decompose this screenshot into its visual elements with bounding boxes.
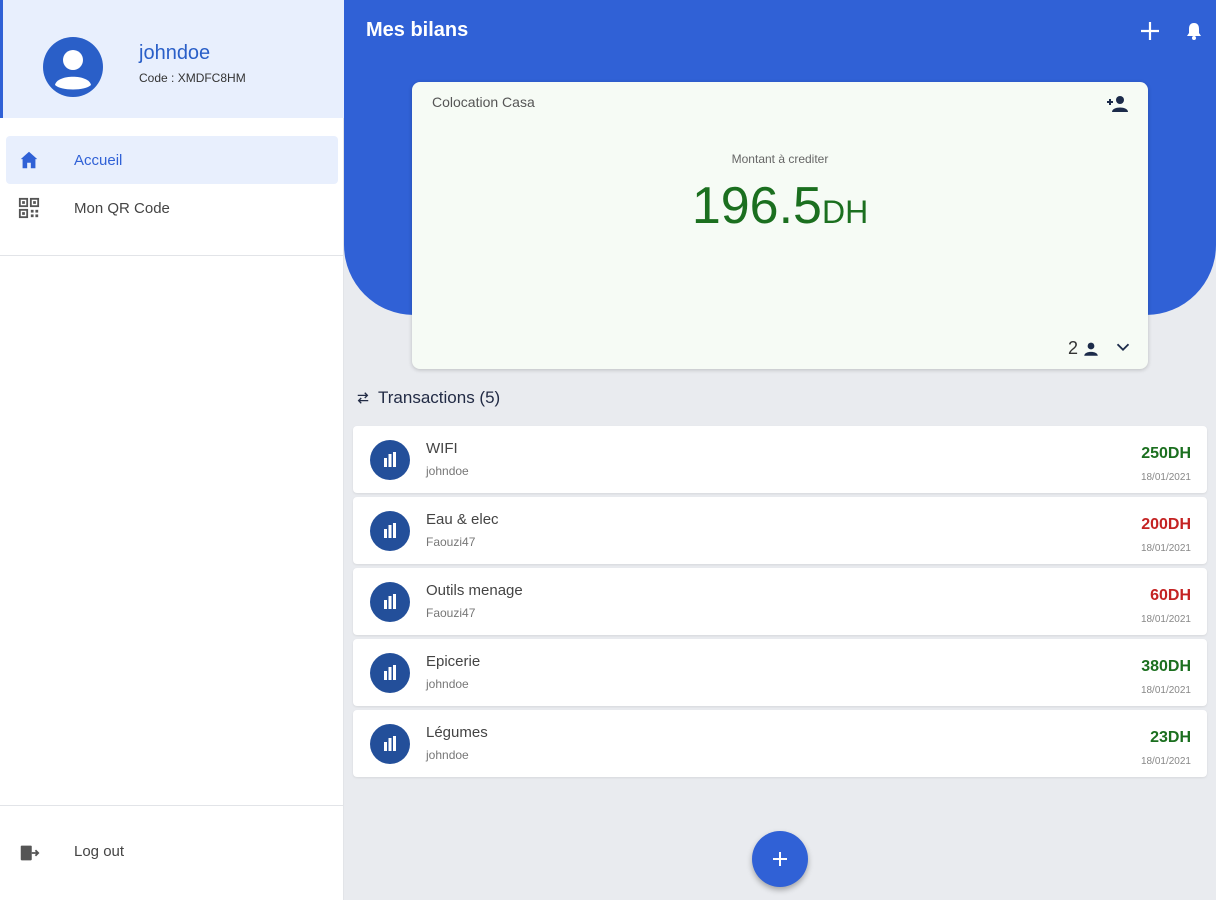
transaction-icon xyxy=(384,594,396,609)
sidebar-nav: Accueil Mon QR Code xyxy=(0,136,344,232)
transaction-row[interactable]: Eau & elec Faouzi47 200DH 18/01/2021 xyxy=(353,497,1207,564)
plus-icon xyxy=(773,852,787,866)
transaction-user: johndoe xyxy=(426,464,469,478)
balance-amount: 196.5DH xyxy=(412,176,1148,236)
transaction-name: Légumes xyxy=(426,724,488,741)
transaction-icon xyxy=(384,736,396,751)
add-button[interactable] xyxy=(1137,18,1163,44)
page-title: Mes bilans xyxy=(366,19,469,41)
sidebar: johndoe Code : XMDFC8HM Accueil Mon QR C… xyxy=(0,0,344,900)
logout-icon xyxy=(20,845,40,861)
home-icon xyxy=(20,151,38,169)
transactions-title: Transactions (5) xyxy=(378,388,501,407)
transaction-amount: 23DH xyxy=(1150,729,1191,746)
transaction-row[interactable]: Outils menage Faouzi47 60DH 18/01/2021 xyxy=(353,568,1207,635)
swap-icon xyxy=(357,392,369,404)
username: johndoe xyxy=(139,42,211,64)
transaction-avatar xyxy=(370,582,410,622)
transaction-amount: 60DH xyxy=(1150,587,1191,604)
chevron-down-icon[interactable] xyxy=(1112,336,1134,358)
balance-card[interactable]: Colocation Casa Montant à crediter 196.5… xyxy=(412,82,1148,369)
transaction-date: 18/01/2021 xyxy=(1140,543,1191,554)
add-transaction-fab[interactable] xyxy=(752,831,808,887)
transaction-avatar xyxy=(370,511,410,551)
transaction-row[interactable]: Epicerie johndoe 380DH 18/01/2021 xyxy=(353,639,1207,706)
transaction-date: 18/01/2021 xyxy=(1140,756,1191,767)
transaction-name: Outils menage xyxy=(426,582,523,599)
members-count: 2 xyxy=(1068,338,1100,359)
transaction-amount: 200DH xyxy=(1141,516,1191,533)
sidebar-divider xyxy=(0,805,344,806)
transaction-user: johndoe xyxy=(426,748,469,762)
amount-currency: DH xyxy=(821,194,869,230)
sidebar-item-qr-code[interactable]: Mon QR Code xyxy=(6,184,338,232)
sidebar-item-accueil[interactable]: Accueil xyxy=(6,136,338,184)
profile-panel: johndoe Code : XMDFC8HM xyxy=(0,0,344,118)
transaction-row[interactable]: Légumes johndoe 23DH 18/01/2021 xyxy=(353,710,1207,777)
transaction-user: Faouzi47 xyxy=(426,535,476,549)
user-code: Code : XMDFC8HM xyxy=(139,71,246,85)
sidebar-item-label: Accueil xyxy=(74,151,123,169)
transaction-date: 18/01/2021 xyxy=(1140,472,1191,483)
add-member-icon[interactable] xyxy=(1106,92,1130,116)
transaction-user: johndoe xyxy=(426,677,469,691)
transaction-name: Epicerie xyxy=(426,653,481,670)
transaction-icon xyxy=(384,452,396,467)
transaction-amount: 380DH xyxy=(1141,658,1191,675)
transaction-avatar xyxy=(370,724,410,764)
transaction-amount: 250DH xyxy=(1141,445,1191,462)
transaction-icon xyxy=(384,523,396,538)
transactions-header: Transactions (5) xyxy=(356,388,500,408)
amount-value: 196.5 xyxy=(691,177,822,235)
transactions-list: WIFI johndoe 250DH 18/01/2021 Eau & elec… xyxy=(353,426,1207,781)
sidebar-item-label: Mon QR Code xyxy=(74,199,170,217)
qr-code-icon xyxy=(18,197,40,219)
transaction-name: Eau & elec xyxy=(426,511,499,528)
transaction-user: Faouzi47 xyxy=(426,606,476,620)
transaction-avatar xyxy=(370,653,410,693)
amount-caption: Montant à crediter xyxy=(731,152,829,166)
transaction-row[interactable]: WIFI johndoe 250DH 18/01/2021 xyxy=(353,426,1207,493)
transaction-date: 18/01/2021 xyxy=(1140,685,1191,696)
bell-icon xyxy=(1187,23,1201,40)
person-icon xyxy=(1084,342,1098,356)
transaction-name: WIFI xyxy=(426,440,458,457)
sidebar-divider xyxy=(0,255,344,256)
user-avatar xyxy=(43,37,103,97)
person-icon xyxy=(55,50,91,90)
transaction-icon xyxy=(384,665,396,680)
plus-icon xyxy=(1141,22,1159,40)
notifications-button[interactable] xyxy=(1181,18,1207,44)
logout-label: Log out xyxy=(74,843,125,860)
card-title: Colocation Casa xyxy=(432,94,535,110)
logout-button[interactable]: Log out xyxy=(0,830,344,874)
transaction-date: 18/01/2021 xyxy=(1140,614,1191,625)
members-count-value: 2 xyxy=(1067,338,1078,358)
transaction-avatar xyxy=(370,440,410,480)
